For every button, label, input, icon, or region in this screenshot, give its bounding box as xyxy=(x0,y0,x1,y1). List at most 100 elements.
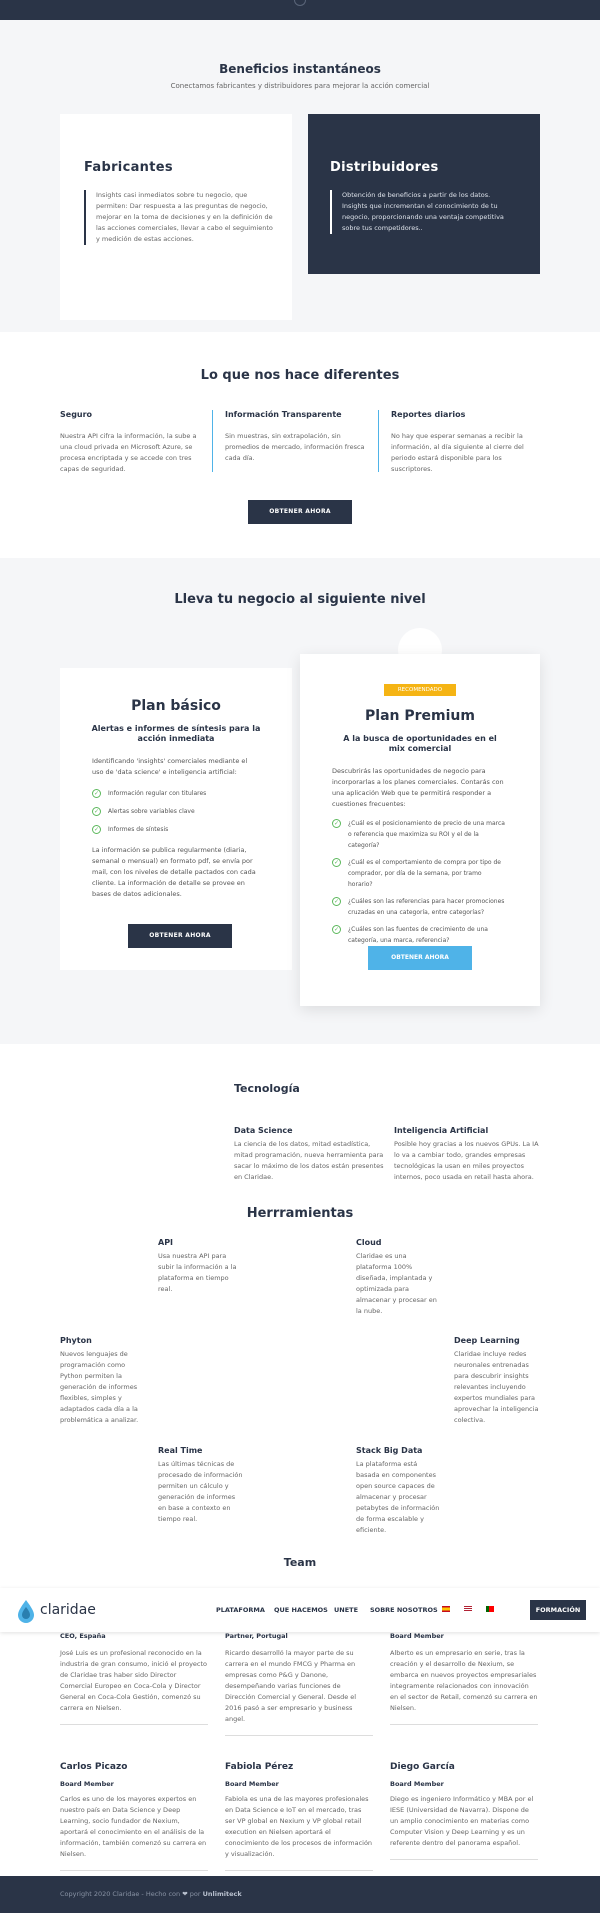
feature-item: ✓ ¿Cuál es el comportamiento de compra po… xyxy=(332,858,501,888)
tech-item-text: La ciencia de los datos, mitad estadísti… xyxy=(234,1140,384,1181)
copyright: Copyright 2020 Claridae - Hecho con ❤ po… xyxy=(60,1890,242,1898)
plans-section: Lleva tu negocio al siguiente nivel Plan… xyxy=(0,558,600,1044)
member-name: Fabiola Pérez xyxy=(225,1762,294,1772)
author-link[interactable]: Unlimiteck xyxy=(203,1890,242,1898)
feature-title: Información Transparente xyxy=(225,410,342,419)
plan-premium-button[interactable]: OBTENER AHORA xyxy=(368,946,472,970)
team-member: Board Member Alberto es un empresario en… xyxy=(390,1632,538,1725)
plan-basic-button[interactable]: OBTENER AHORA xyxy=(128,924,232,948)
top-bar xyxy=(0,0,600,20)
plan-basic-card: Plan básico Alertas e informes de síntes… xyxy=(60,668,292,970)
tool-text: Usa nuestra API para subir la informació… xyxy=(158,1252,237,1293)
brand-name[interactable]: claridae xyxy=(40,1602,96,1618)
obtener-ahora-button[interactable]: OBTENER AHORA xyxy=(248,500,352,524)
tool-title: Cloud xyxy=(356,1238,382,1247)
divider xyxy=(390,1859,538,1860)
benefits-subtitle: Conectamos fabricantes y distribuidores … xyxy=(170,82,430,90)
recommended-badge: RECOMENDADO xyxy=(384,684,456,696)
member-bio: Diego es ingeniero Informático y MBA por… xyxy=(390,1795,534,1847)
plan-premium-card: RECOMENDADO Plan Premium A la busca de o… xyxy=(300,654,540,1006)
member-name: Diego García xyxy=(390,1762,455,1772)
tool-title: Stack Big Data xyxy=(356,1446,423,1455)
member-bio: Alberto es un empresario en serie, tras … xyxy=(390,1649,538,1712)
tech-item-text: Posible hoy gracias a los nuevos GPUs. L… xyxy=(394,1140,539,1181)
nav-que-hacemos[interactable]: QUE HACEMOS xyxy=(274,1606,328,1614)
plan-premium-subtitle: A la busca de oportunidades en el mix co… xyxy=(343,734,497,753)
tool-title: Phyton xyxy=(60,1336,92,1345)
nav-plataforma[interactable]: PLATAFORMA xyxy=(216,1606,265,1614)
feature-text: Sin muestras, sin extrapolación, sin pro… xyxy=(225,432,365,462)
check-icon: ✓ xyxy=(92,825,101,834)
tool-text: Claridae incluye redes neuronales entren… xyxy=(454,1350,539,1424)
tools-title: Herrramientas xyxy=(246,1206,354,1221)
different-title: Lo que nos hace diferentes xyxy=(200,368,400,383)
plan-premium-title: Plan Premium xyxy=(365,708,475,724)
nav-sobre-nosotros[interactable]: SOBRE NOSOTROS xyxy=(370,1606,438,1614)
tech-ia: Inteligencia Artificial Posible hoy grac… xyxy=(394,1126,544,1183)
tool-text: Nuevos lenguajes de programación como Py… xyxy=(60,1350,139,1424)
feature-item: ✓ ¿Cuáles son las referencias para hacer … xyxy=(332,897,505,916)
claridae-logo-icon[interactable] xyxy=(16,1599,36,1623)
team-member: Diego García Board Member Diego es ingen… xyxy=(390,1762,538,1860)
divider xyxy=(60,1724,208,1725)
tool-cloud: Cloud Claridae es una plataforma 100% di… xyxy=(356,1238,442,1317)
tech-title: Tecnología xyxy=(234,1082,300,1095)
divider xyxy=(60,1870,208,1871)
team-title: Team xyxy=(283,1556,317,1569)
card-fabricantes: Fabricantes Insights casi inmediatos sob… xyxy=(60,114,292,320)
tool-stack-big-data: Stack Big Data La plataforma está basada… xyxy=(356,1446,442,1536)
check-icon: ✓ xyxy=(332,858,341,867)
divider xyxy=(225,1870,373,1871)
tech-item-title: Inteligencia Artificial xyxy=(394,1126,489,1135)
team-member: Carlos Picazo Board Member Carlos es uno… xyxy=(60,1762,208,1871)
flag-es-icon[interactable] xyxy=(442,1606,450,1612)
member-name: Carlos Picazo xyxy=(60,1762,128,1772)
member-bio: Ricardo desarrolló la mayor parte de su … xyxy=(225,1649,357,1723)
feature-title: Seguro xyxy=(60,410,93,419)
divider xyxy=(225,1735,373,1736)
feature-item: ✓ Alertas sobre variables clave xyxy=(92,807,195,816)
plan-premium-intro: Descubrirás las oportunidades de negocio… xyxy=(332,767,504,808)
plan-premium-features: ✓ ¿Cuál es el posicionamiento de precio d… xyxy=(332,818,508,946)
card-distribuidores: Distribuidores Obtención de beneficios a… xyxy=(308,114,540,274)
different-section: Lo que nos hace diferentes Seguro Nuestr… xyxy=(0,332,600,558)
team-member: Partner, Portugal Ricardo desarrolló la … xyxy=(225,1632,373,1736)
tool-title: Deep Learning xyxy=(454,1336,520,1345)
member-bio: Carlos es uno de los mayores expertos en… xyxy=(60,1795,207,1858)
tool-text: Claridae es una plataforma 100% diseñada… xyxy=(356,1252,437,1315)
feature-text: Nuestra API cifra la información, la sub… xyxy=(60,432,197,473)
feature-title: Reportes diarios xyxy=(391,410,466,419)
scroll-indicator-icon xyxy=(294,0,306,6)
tool-text: La plataforma está basada en componentes… xyxy=(356,1460,440,1534)
plan-basic-outro: La información se publica regularmente (… xyxy=(92,846,256,898)
tool-title: API xyxy=(158,1238,174,1247)
card-fabricantes-text: Insights casi inmediatos sobre tu negoci… xyxy=(84,190,274,245)
member-role: Board Member xyxy=(390,1632,444,1640)
footer: Copyright 2020 Claridae - Hecho con ❤ po… xyxy=(0,1876,600,1913)
nav-unete[interactable]: UNETE xyxy=(334,1606,358,1614)
tool-deep-learning: Deep Learning Claridae incluye redes neu… xyxy=(454,1336,544,1426)
flag-pt-icon[interactable] xyxy=(486,1606,494,1612)
tool-text: Las últimas técnicas de procesado de inf… xyxy=(158,1460,243,1523)
feature-seguro: Seguro Nuestra API cifra la información,… xyxy=(60,410,210,475)
divider xyxy=(390,1724,538,1725)
team-section: CEO, España José Luis es un profesional … xyxy=(0,1632,600,1876)
feature-item: ✓ Información regular con titulares xyxy=(92,789,207,798)
plan-basic-intro: Identificando 'insights' comerciales med… xyxy=(92,757,248,776)
main-nav: claridae PLATAFORMA QUE HACEMOS UNETE SO… xyxy=(0,1588,600,1632)
member-bio: Fabiola es una de las mayores profesiona… xyxy=(225,1795,373,1858)
plan-basic-subtitle: Alertas e informes de síntesis para la a… xyxy=(91,724,261,743)
member-role: Board Member xyxy=(60,1780,114,1788)
tech-item-title: Data Science xyxy=(234,1126,293,1135)
tool-api: API Usa nuestra API para subir la inform… xyxy=(158,1238,244,1295)
member-role: Partner, Portugal xyxy=(225,1632,288,1640)
benefits-section: Beneficios instantáneos Conectamos fabri… xyxy=(0,20,600,332)
formacion-button[interactable]: FORMACIÓN xyxy=(530,1600,586,1620)
tech-section: Tecnología Data Science La ciencia de lo… xyxy=(0,1044,600,1569)
check-icon: ✓ xyxy=(332,819,341,828)
plan-basic-title: Plan básico xyxy=(131,698,221,714)
flag-en-icon[interactable] xyxy=(464,1606,472,1612)
team-member: Fabiola Pérez Board Member Fabiola es un… xyxy=(225,1762,373,1871)
card-fabricantes-title: Fabricantes xyxy=(84,160,173,175)
member-role: Board Member xyxy=(390,1780,444,1788)
